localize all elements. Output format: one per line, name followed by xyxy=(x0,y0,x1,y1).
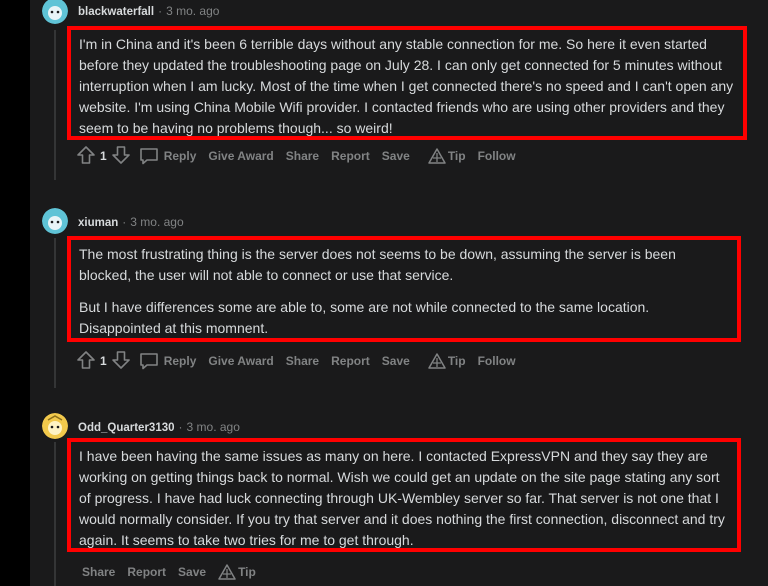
tip-button[interactable]: Tip xyxy=(428,353,466,369)
comment-meta: Odd_Quarter3130 · 3 mo. ago xyxy=(78,419,240,436)
meta-separator: · xyxy=(158,4,163,18)
tip-button[interactable]: Tip xyxy=(428,148,466,164)
share-label: Share xyxy=(285,149,320,163)
report-button[interactable]: Report xyxy=(331,149,370,163)
comment-bubble-icon xyxy=(139,352,159,370)
give-award-label: Give Award xyxy=(208,354,274,368)
share-label: Share xyxy=(285,354,320,368)
save-label: Save xyxy=(381,149,410,163)
tip-button[interactable]: Tip xyxy=(218,564,256,580)
save-button[interactable]: Save xyxy=(382,354,410,368)
user-avatar[interactable] xyxy=(42,208,68,234)
upvote-icon[interactable] xyxy=(76,350,96,373)
comment-meta: blackwaterfall · 3 mo. ago xyxy=(78,3,219,20)
report-button[interactable]: Report xyxy=(331,354,370,368)
comment-actions: 1 Reply Give Award Share Report Save Tip… xyxy=(76,350,528,372)
follow-label: Follow xyxy=(477,354,516,368)
thread-line[interactable] xyxy=(54,238,56,388)
give-award-button[interactable]: Give Award xyxy=(208,354,273,368)
upvote-icon[interactable] xyxy=(76,145,96,168)
report-label: Report xyxy=(331,149,370,163)
downvote-icon[interactable] xyxy=(111,145,131,168)
give-award-label: Give Award xyxy=(208,149,274,163)
comment-time[interactable]: 3 mo. ago xyxy=(187,420,240,434)
vote-score: 1 xyxy=(100,149,107,163)
tip-icon xyxy=(218,564,236,580)
give-award-button[interactable]: Give Award xyxy=(208,149,273,163)
share-label: Share xyxy=(82,565,116,579)
vote-controls: 1 xyxy=(76,145,131,168)
reply-button[interactable]: Reply xyxy=(139,352,197,370)
share-button[interactable]: Share xyxy=(286,354,319,368)
comment-body-highlighted: The most frustrating thing is the server… xyxy=(67,236,741,342)
save-label: Save xyxy=(178,565,207,579)
share-button[interactable]: Share xyxy=(286,149,319,163)
comment-paragraph: I have been having the same issues as ma… xyxy=(79,448,725,548)
save-button[interactable]: Save xyxy=(382,149,410,163)
vote-controls: 1 xyxy=(76,350,131,373)
comment-time[interactable]: 3 mo. ago xyxy=(166,4,219,18)
follow-button[interactable]: Follow xyxy=(478,354,516,368)
meta-separator: · xyxy=(122,215,127,229)
comment-body-highlighted: I have been having the same issues as ma… xyxy=(67,438,741,552)
reply-button[interactable]: Reply xyxy=(139,147,197,165)
save-button[interactable]: Save xyxy=(178,565,206,579)
comment-body-highlighted: I'm in China and it's been 6 terrible da… xyxy=(67,26,747,140)
tip-icon xyxy=(428,148,446,164)
comment-actions: Share Report Save Tip xyxy=(82,561,268,583)
meta-separator: · xyxy=(178,420,183,434)
user-avatar[interactable] xyxy=(42,413,68,439)
comment-time[interactable]: 3 mo. ago xyxy=(130,215,183,229)
comment-paragraph: I'm in China and it's been 6 terrible da… xyxy=(79,36,734,136)
comment-bubble-icon xyxy=(139,147,159,165)
report-button[interactable]: Report xyxy=(127,565,166,579)
vote-score: 1 xyxy=(100,354,107,368)
author-name[interactable]: xiuman xyxy=(78,217,118,229)
comment-meta: xiuman · 3 mo. ago xyxy=(78,214,184,231)
save-label: Save xyxy=(381,354,410,368)
reply-label: Reply xyxy=(163,149,197,163)
reply-label: Reply xyxy=(163,354,197,368)
tip-label: Tip xyxy=(238,565,256,579)
comment-paragraph: But I have differences some are able to,… xyxy=(79,299,650,336)
downvote-icon[interactable] xyxy=(111,350,131,373)
thread-line[interactable] xyxy=(54,442,56,586)
tip-icon xyxy=(428,353,446,369)
author-name[interactable]: Odd_Quarter3130 xyxy=(78,422,175,434)
follow-button[interactable]: Follow xyxy=(478,149,516,163)
report-label: Report xyxy=(331,354,370,368)
comment-paragraph: The most frustrating thing is the server… xyxy=(79,246,676,283)
report-label: Report xyxy=(127,565,167,579)
author-name[interactable]: blackwaterfall xyxy=(78,6,154,18)
tip-label: Tip xyxy=(447,149,466,163)
thread-line[interactable] xyxy=(54,30,56,180)
share-button[interactable]: Share xyxy=(82,565,115,579)
tip-label: Tip xyxy=(447,354,466,368)
follow-label: Follow xyxy=(477,149,516,163)
comment-actions: 1 Reply Give Award Share Report Save Tip… xyxy=(76,145,528,167)
